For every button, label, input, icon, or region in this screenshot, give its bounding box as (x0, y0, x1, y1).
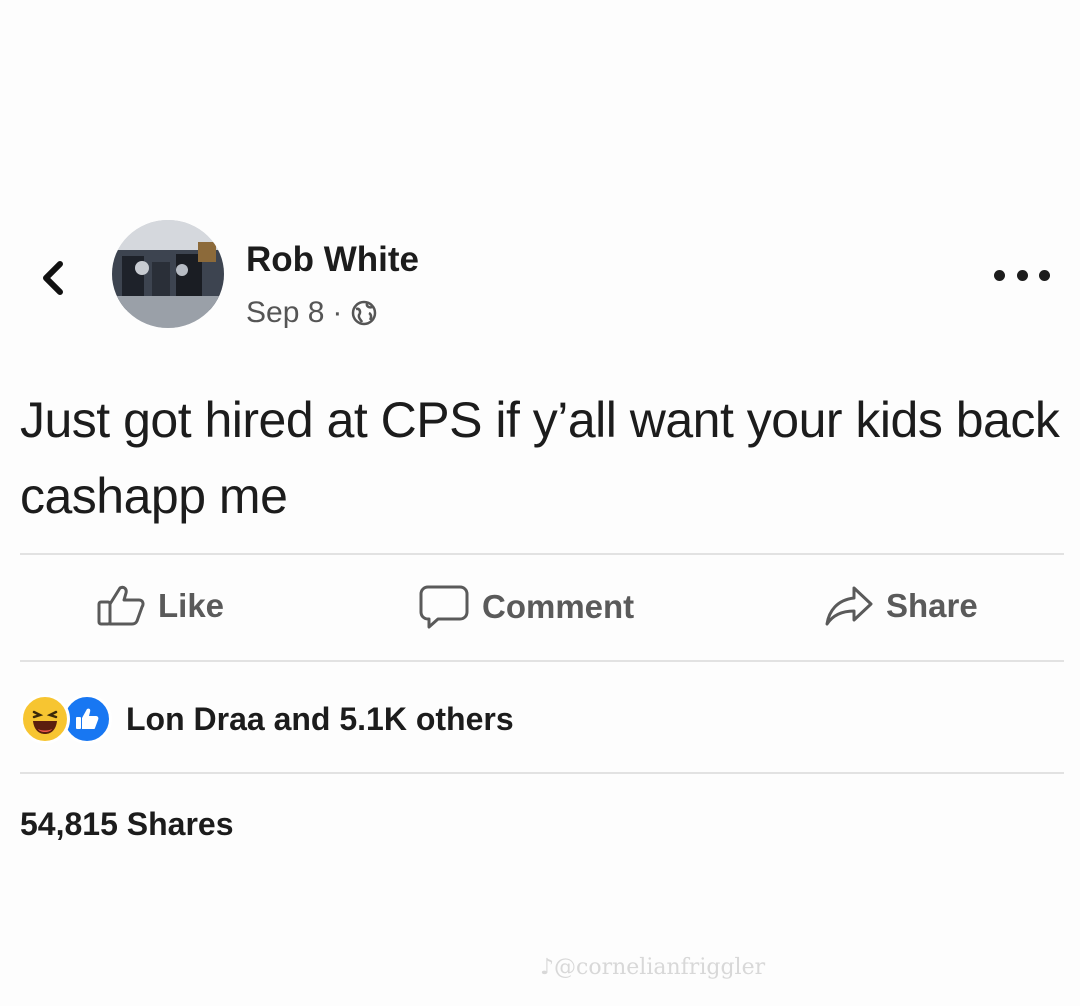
more-options-button[interactable] (994, 260, 1050, 290)
like-label: Like (158, 587, 225, 624)
more-dot-icon (1016, 269, 1028, 281)
post-header: Rob White Sep 8 · (0, 220, 1080, 340)
haha-reaction-icon (20, 694, 70, 744)
watermark-text: ♪@cornelianfriggler (540, 955, 766, 980)
thumbs-up-icon (97, 585, 145, 626)
comment-label: Comment (482, 588, 635, 625)
globe-icon (352, 300, 377, 326)
chevron-left-icon (43, 261, 63, 295)
share-label: Share (886, 587, 978, 624)
comment-button[interactable]: Comment (418, 584, 634, 630)
more-dot-icon (1039, 269, 1050, 281)
post-date[interactable]: Sep 8 (246, 296, 324, 330)
comment-bubble-icon (419, 585, 469, 629)
avatar-photo (112, 220, 224, 328)
post-page: Rob White Sep 8 · Just got hired at CPS … (0, 0, 1080, 1006)
action-bar: Like Comment Share (0, 584, 1080, 640)
share-arrow-icon (825, 586, 873, 626)
back-button[interactable] (32, 258, 72, 298)
share-button[interactable]: Share (824, 584, 978, 628)
post-text: Just got hired at CPS if y’all want your… (20, 392, 1060, 524)
post-meta: Sep 8 · (246, 296, 378, 330)
divider (20, 772, 1064, 774)
reactions-summary-text: Lon Draa and 5.1K others (126, 700, 514, 737)
divider (20, 660, 1064, 662)
divider (20, 553, 1064, 555)
more-dot-icon (994, 269, 1005, 281)
like-button[interactable]: Like (96, 584, 224, 628)
author-name[interactable]: Rob White (246, 240, 419, 280)
avatar[interactable] (112, 220, 224, 328)
shares-count[interactable]: 54,815 Shares (20, 806, 234, 843)
reactions-summary[interactable]: Lon Draa and 5.1K others (20, 694, 514, 744)
meta-separator: · (332, 296, 343, 329)
